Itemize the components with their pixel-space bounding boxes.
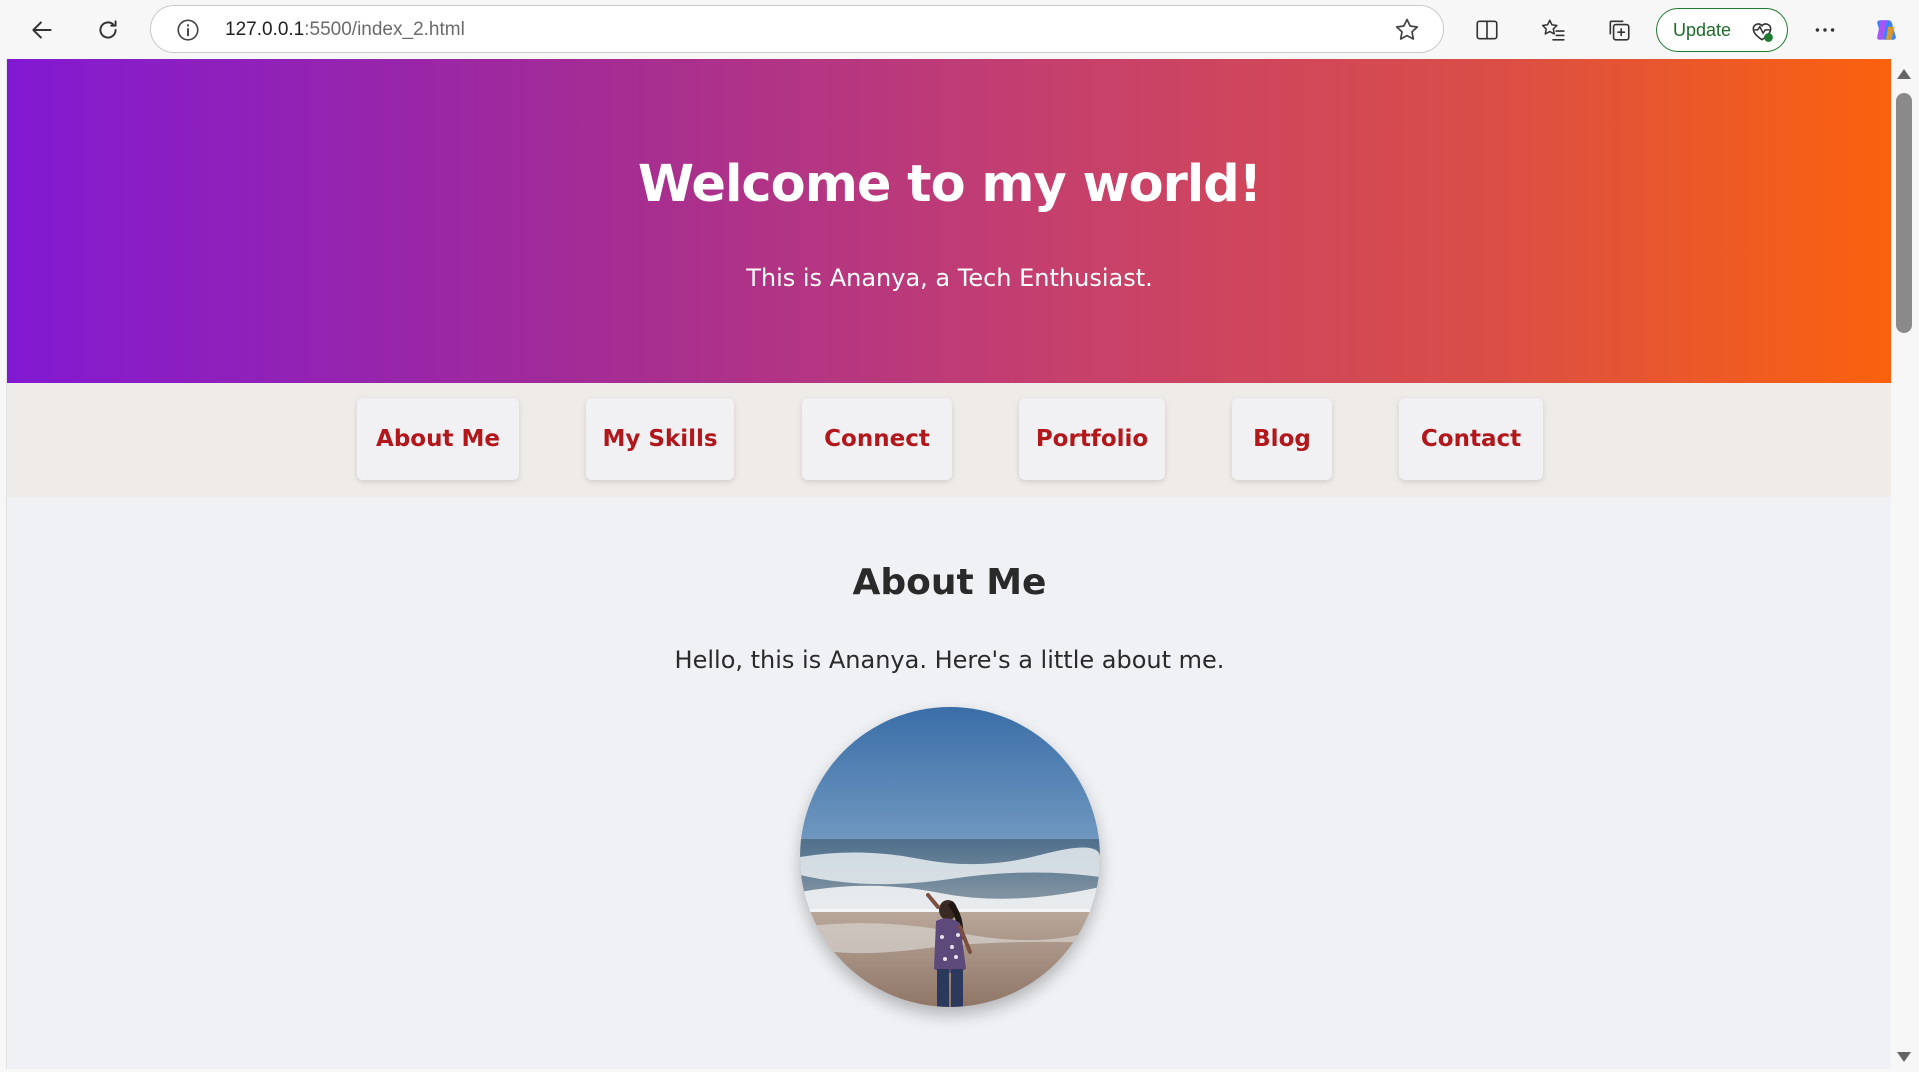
favorites-button[interactable] [1531, 8, 1575, 52]
info-icon[interactable] [175, 17, 201, 43]
split-screen-icon [1476, 20, 1498, 40]
more-button[interactable] [1803, 8, 1847, 52]
nav-bar: About Me My Skills Connect Portfolio Blo… [7, 383, 1891, 497]
scroll-thumb[interactable] [1896, 93, 1912, 333]
refresh-icon [99, 20, 117, 39]
collections-button[interactable] [1597, 8, 1641, 52]
scroll-down-arrow[interactable] [1897, 1052, 1911, 1062]
url-path: :5500/index_2.html [304, 19, 465, 40]
copilot-button[interactable] [1864, 8, 1908, 52]
back-button[interactable] [20, 8, 64, 52]
scroll-up-arrow[interactable] [1897, 69, 1911, 79]
about-text: Hello, this is Ananya. Here's a little a… [674, 646, 1225, 674]
browser-health-icon [1752, 23, 1773, 42]
profile-photo [800, 707, 1100, 1007]
about-heading: About Me [852, 562, 1047, 603]
nav-contact[interactable]: Contact [1399, 398, 1543, 480]
more-icon [1815, 28, 1835, 32]
nav-blog[interactable]: Blog [1232, 398, 1332, 480]
nav-connect[interactable]: Connect [802, 398, 952, 480]
nav-portfolio[interactable]: Portfolio [1019, 398, 1165, 480]
hero-banner: Welcome to my world! This is Ananya, a T… [7, 59, 1891, 383]
favorites-icon [1541, 19, 1565, 41]
nav-about-me[interactable]: About Me [357, 398, 519, 480]
copilot-icon [1877, 20, 1896, 40]
page-viewport: Welcome to my world! This is Ananya, a T… [6, 59, 1891, 1069]
star-icon[interactable] [1393, 16, 1421, 44]
back-icon [32, 21, 52, 39]
hero-subtitle: This is Ananya, a Tech Enthusiast. [746, 264, 1153, 292]
url-host: 127.0.0.1 [225, 19, 305, 40]
update-button[interactable]: Update [1656, 8, 1788, 52]
collections-icon [1609, 20, 1630, 41]
browser-toolbar: 127.0.0.1:5500/index_2.html Update [0, 0, 1919, 59]
vertical-scrollbar[interactable] [1891, 59, 1919, 1072]
refresh-button[interactable] [86, 8, 130, 52]
update-label: Update [1673, 19, 1732, 40]
address-bar[interactable]: 127.0.0.1:5500/index_2.html [150, 5, 1444, 53]
url-text[interactable]: 127.0.0.1:5500/index_2.html [225, 19, 465, 41]
nav-my-skills[interactable]: My Skills [586, 398, 734, 480]
hero-title: Welcome to my world! [637, 155, 1262, 214]
split-screen-button[interactable] [1465, 8, 1509, 52]
